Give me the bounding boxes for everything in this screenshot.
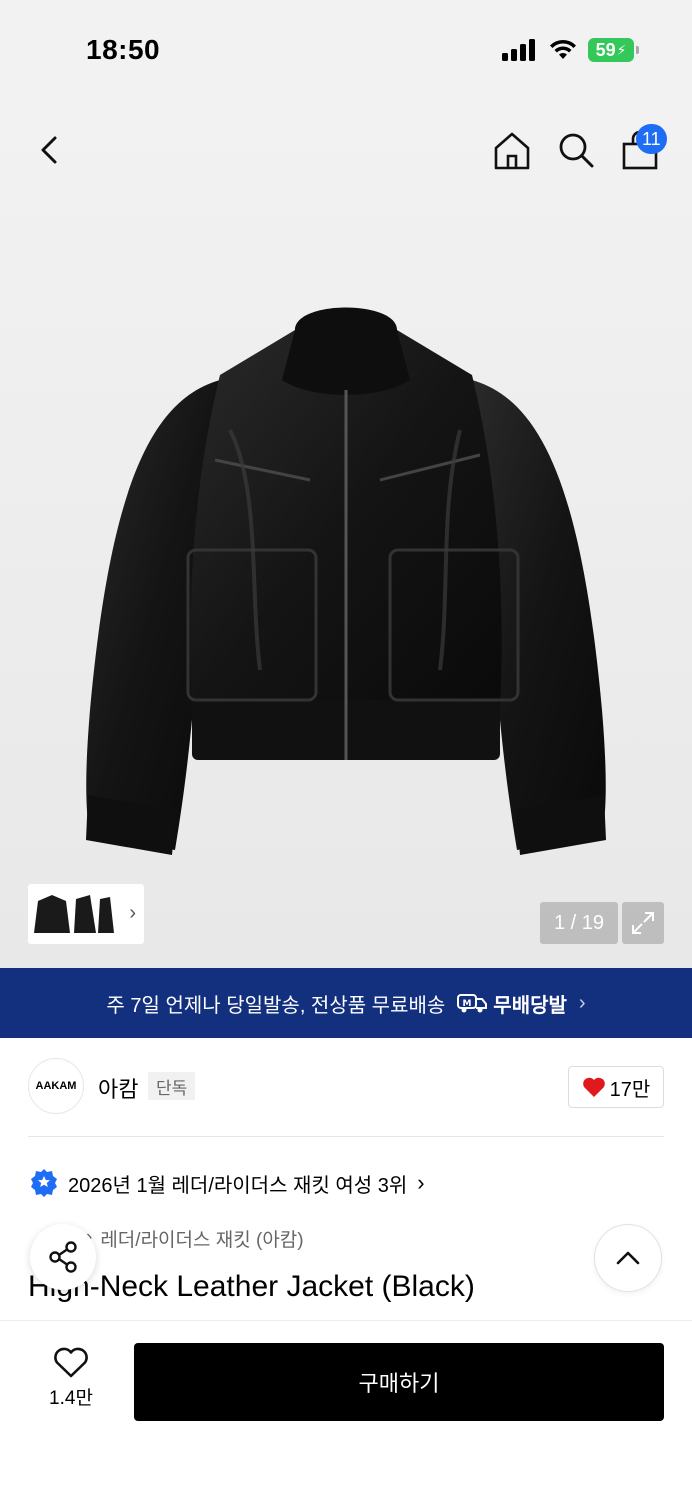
image-counter: 1 / 19 xyxy=(540,902,618,944)
thumbnail-strip[interactable]: › xyxy=(28,884,144,944)
ranking-link[interactable]: 2026년 1월 레더/라이더스 재킷 여성 3위 › xyxy=(30,1166,425,1200)
brand-like-button[interactable]: 17만 xyxy=(568,1066,664,1108)
free-shipping-label: 무배당발 xyxy=(493,994,567,1017)
product-image-jacket[interactable] xyxy=(80,290,612,870)
wishlist-count: 1.4만 xyxy=(49,1388,93,1409)
exclusive-tag: 단독 xyxy=(148,1072,196,1100)
heart-outline-icon xyxy=(54,1347,88,1378)
product-title: High-Neck Leather Jacket (Black) xyxy=(28,1270,475,1303)
brand-row: AAKAM 아캄 단독 17만 xyxy=(28,1058,664,1116)
charging-icon: ⚡ xyxy=(616,41,627,58)
promo-banner[interactable]: 주 7일 언제나 당일발송, 전상품 무료배송 M 무배당발 › xyxy=(0,968,692,1038)
divider xyxy=(28,1136,664,1137)
ranking-medal-icon xyxy=(31,1169,57,1197)
heart-filled-icon xyxy=(582,1077,605,1097)
wishlist-button[interactable]: 1.4만 xyxy=(36,1347,106,1413)
delivery-truck-icon: M xyxy=(457,994,488,1013)
buy-button[interactable]: 구매하기 xyxy=(134,1343,664,1421)
chevron-right-icon: › xyxy=(578,991,586,1014)
search-icon[interactable] xyxy=(556,130,596,170)
chevron-right-icon: › xyxy=(417,1170,425,1195)
back-arrow-icon[interactable] xyxy=(30,130,70,170)
thumbnail-images[interactable] xyxy=(32,889,118,939)
brand-name[interactable]: 아캄 xyxy=(98,1072,138,1104)
chevron-right-icon: › xyxy=(129,902,136,924)
cart-count-badge: 11 xyxy=(636,124,667,154)
battery-indicator: 59 ⚡ xyxy=(588,38,639,62)
share-button[interactable] xyxy=(30,1224,96,1290)
home-icon[interactable] xyxy=(492,130,532,172)
expand-icon xyxy=(632,912,654,934)
promo-text: 주 7일 언제나 당일발송, 전상품 무료배송 xyxy=(106,994,446,1017)
svg-text:M: M xyxy=(463,999,472,1009)
signal-icon xyxy=(502,39,535,61)
bottom-action-bar: 1.4만 구매하기 xyxy=(0,1320,692,1500)
scroll-to-top-button[interactable] xyxy=(594,1224,662,1292)
status-icons: 59 ⚡ xyxy=(502,38,639,62)
wifi-icon xyxy=(550,39,576,59)
brand-logo[interactable]: AAKAM xyxy=(28,1058,84,1114)
chevron-up-icon xyxy=(616,1251,640,1265)
battery-level: 59 xyxy=(595,39,616,60)
free-shipping-badge: M 무배당발 xyxy=(457,989,567,1018)
ranking-text: 2026년 1월 레더/라이더스 재킷 여성 3위 xyxy=(68,1174,408,1197)
expand-button[interactable] xyxy=(622,902,664,944)
status-bar: 18:50 59 ⚡ xyxy=(0,0,692,100)
product-gallery[interactable]: 11 › 1 / 19 xyxy=(0,100,692,968)
brand-like-count: 17만 xyxy=(609,1078,651,1101)
status-time: 18:50 xyxy=(86,34,161,65)
share-icon xyxy=(49,1241,77,1273)
breadcrumb-category[interactable]: 레더/라이더스 재킷 (아캄) xyxy=(100,1225,303,1252)
